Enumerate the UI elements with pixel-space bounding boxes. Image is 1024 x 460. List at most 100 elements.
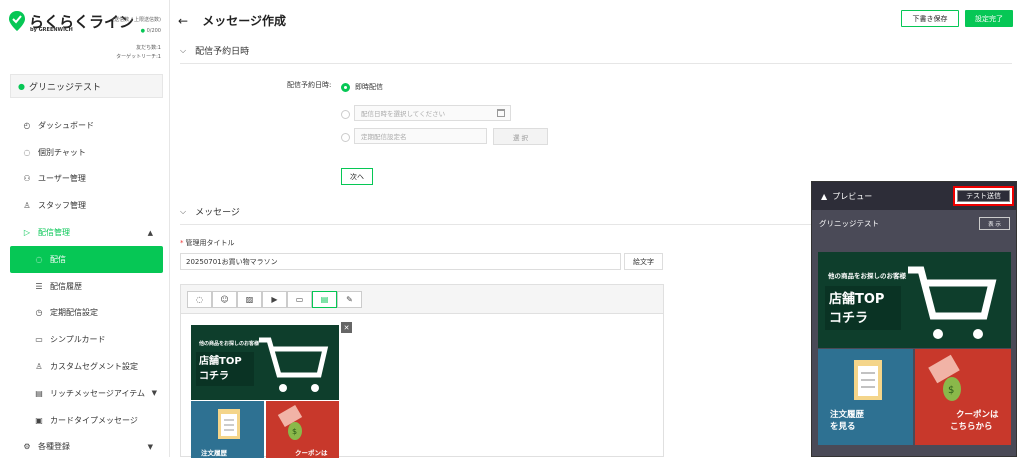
rich-message-card: 他の商品をお探しのお客様 店舗TOP コチラ $ 注文履歴 クーポンは	[191, 325, 339, 458]
sidebar-item-label: ユーザー管理	[38, 174, 86, 184]
preview-banner-small-text: 他の商品をお探しのお客様	[827, 271, 907, 280]
management-title-input[interactable]: 20250701お買い物マラソン	[180, 253, 621, 270]
sidebar-item-label: スタッフ管理	[38, 201, 86, 211]
radio-date[interactable]	[341, 110, 350, 119]
date-picker-placeholder: 配信日時を選択してください	[361, 110, 446, 118]
sidebar-item-label: カードタイプメッセージ	[50, 415, 138, 425]
friend-count: 友だち数:1	[136, 45, 161, 51]
radio-immediate-label: 即時配信	[355, 83, 383, 91]
logo-pin-icon	[9, 11, 25, 31]
management-title-label-text: 管理用タイトル	[185, 239, 235, 247]
send-icon: ▷	[23, 228, 31, 238]
svg-text:$: $	[948, 385, 954, 396]
save-draft-button[interactable]: 下書き保存	[901, 10, 959, 27]
gear-icon: ⚙	[23, 442, 31, 452]
clock-icon: ◷	[35, 308, 43, 318]
sidebar-item-rich-message[interactable]: ▤ リッチメッセージアイテム ▼	[10, 380, 163, 407]
card-left-text-1: 注文履歴	[201, 448, 228, 457]
schedule-section-header[interactable]: ⌵ 配信予約日時	[180, 44, 250, 58]
preview-banner-big-1: 店舗TOP	[829, 291, 884, 307]
chevron-down-icon: ▼	[151, 389, 157, 398]
message-section-header[interactable]: ⌵ メッセージ	[180, 205, 240, 219]
chevron-up-icon: ▲	[147, 228, 153, 237]
sidebar-item-periodic-delivery[interactable]: ◷ 定期配信設定	[10, 300, 163, 327]
pencil-icon[interactable]: ✎	[337, 291, 362, 308]
periodic-setting-placeholder: 定期配信設定名	[361, 133, 407, 141]
preview-right-text-2: こちらから	[950, 422, 993, 432]
sidebar-item-label: 配信	[50, 254, 66, 264]
chevron-down-icon: ⌵	[180, 206, 187, 216]
sidebar-item-delivery-management[interactable]: ▷ 配信管理 ▲	[10, 219, 163, 246]
send-count-value: ● 0/200	[141, 28, 161, 34]
next-button[interactable]: 次へ	[341, 168, 373, 185]
page-title: ← メッセージ作成	[178, 12, 286, 29]
send-count-number: 0/200	[146, 28, 161, 34]
schedule-label: 配信予約日時:	[287, 81, 332, 89]
test-send-button[interactable]: テスト送信	[957, 190, 1010, 202]
periodic-setting-input[interactable]: 定期配信設定名	[354, 128, 487, 144]
sidebar-item-simple-card[interactable]: ▭ シンプルカード	[10, 326, 163, 353]
account-selector[interactable]: ● グリニッジテスト	[10, 74, 163, 98]
card-banner-big-1: 店舗TOP	[199, 354, 242, 367]
sidebar-item-dashboard[interactable]: ◴ ダッシュボード	[10, 112, 163, 139]
account-name: グリニッジテスト	[28, 82, 101, 93]
complete-button[interactable]: 設定完了	[965, 10, 1013, 27]
clipboard-icon	[854, 360, 882, 400]
sidebar-item-label: リッチメッセージアイテム	[50, 388, 146, 398]
sidebar-nav: ◴ ダッシュボード ◌ 個別チャット ⚇ ユーザー管理 ♙ スタッフ管理 ▷ 配信管理 ▲ …	[10, 112, 163, 460]
users-icon: ⚇	[23, 174, 31, 184]
message-icon: ◌	[35, 254, 43, 264]
sidebar-item-staff[interactable]: ♙ スタッフ管理	[10, 192, 163, 219]
sidebar-item-registration[interactable]: ⚙ 各種登録 ▼	[10, 434, 163, 460]
radio-periodic[interactable]	[341, 133, 350, 142]
select-button[interactable]: 選 択	[493, 128, 548, 145]
chevron-down-icon: ⌵	[180, 45, 187, 55]
message-editor: ◌ ☺ ▨ ▶ ▭ ▤ ✎ 他の商品をお探しのお客様 店舗TOP コチラ $ 注…	[180, 284, 664, 458]
video-icon[interactable]: ▶	[262, 291, 287, 308]
date-picker-input[interactable]: 配信日時を選択してください	[354, 105, 511, 121]
friend-stats: 友だち数:1 ターゲットリーチ:1	[116, 44, 161, 62]
show-button[interactable]: 表 示	[979, 217, 1010, 230]
preview-banner-big-2: コチラ	[829, 311, 868, 326]
page-title-text: メッセージ作成	[202, 14, 287, 28]
emoji-button[interactable]: 絵文字	[624, 253, 663, 270]
preview-account-bar: グリニッジテスト 表 示	[812, 210, 1016, 236]
status-dot-icon: ●	[140, 28, 145, 34]
sidebar-item-users[interactable]: ⚇ ユーザー管理	[10, 166, 163, 193]
sidebar-item-chat[interactable]: ◌ 個別チャット	[10, 139, 163, 166]
sticker-icon[interactable]: ☺	[212, 291, 237, 308]
preview-right-text-1: クーポンは	[956, 409, 999, 420]
rich-message-icon: ▤	[35, 388, 43, 398]
management-title-label: * 管理用タイトル	[180, 238, 235, 248]
card-type-icon: ▣	[35, 415, 43, 425]
target-reach: ターゲットリーチ:1	[116, 54, 161, 60]
folder-icon: ▭	[35, 335, 43, 345]
svg-text:$: $	[292, 427, 297, 436]
history-icon: ☰	[35, 281, 43, 291]
sidebar-item-card-type-message[interactable]: ▣ カードタイプメッセージ	[10, 407, 163, 434]
sidebar-item-delivery[interactable]: ◌ 配信	[10, 245, 163, 273]
preview-header: ▲ プレビュー テスト送信	[812, 182, 1016, 210]
preview-panel: ▲ プレビュー テスト送信 グリニッジテスト 表 示 他の商品をお探しのお客様 …	[811, 181, 1017, 457]
back-arrow-icon[interactable]: ←	[178, 14, 188, 28]
preview-title[interactable]: ▲ プレビュー	[821, 191, 872, 202]
segment-icon: ♙	[35, 362, 43, 372]
folder-icon[interactable]: ▭	[287, 291, 312, 308]
clipboard-icon	[218, 409, 240, 439]
card-right-text-1: クーポンは	[295, 448, 328, 457]
close-icon[interactable]: ✕	[341, 322, 352, 333]
card-banner-big-2: コチラ	[199, 370, 229, 382]
dashboard-icon: ◴	[23, 120, 31, 130]
radio-immediate[interactable]	[341, 83, 350, 92]
sidebar-item-custom-segment[interactable]: ♙ カスタムセグメント設定	[10, 353, 163, 380]
rich-message-icon[interactable]: ▤	[312, 291, 337, 308]
sidebar-item-label: 各種登録	[38, 442, 70, 452]
sidebar-item-delivery-history[interactable]: ☰ 配信履歴	[10, 273, 163, 300]
sidebar: らくらくライン by GREENWICH (送信数 / 上限送信数) ● 0/2…	[0, 0, 170, 457]
send-count-label: (送信数 / 上限送信数)	[112, 17, 161, 23]
sidebar-item-label: 個別チャット	[38, 147, 86, 157]
staff-icon: ♙	[23, 201, 31, 211]
schedule-section-title: 配信予約日時	[195, 47, 250, 57]
text-message-icon[interactable]: ◌	[187, 291, 212, 308]
image-icon[interactable]: ▨	[237, 291, 262, 308]
